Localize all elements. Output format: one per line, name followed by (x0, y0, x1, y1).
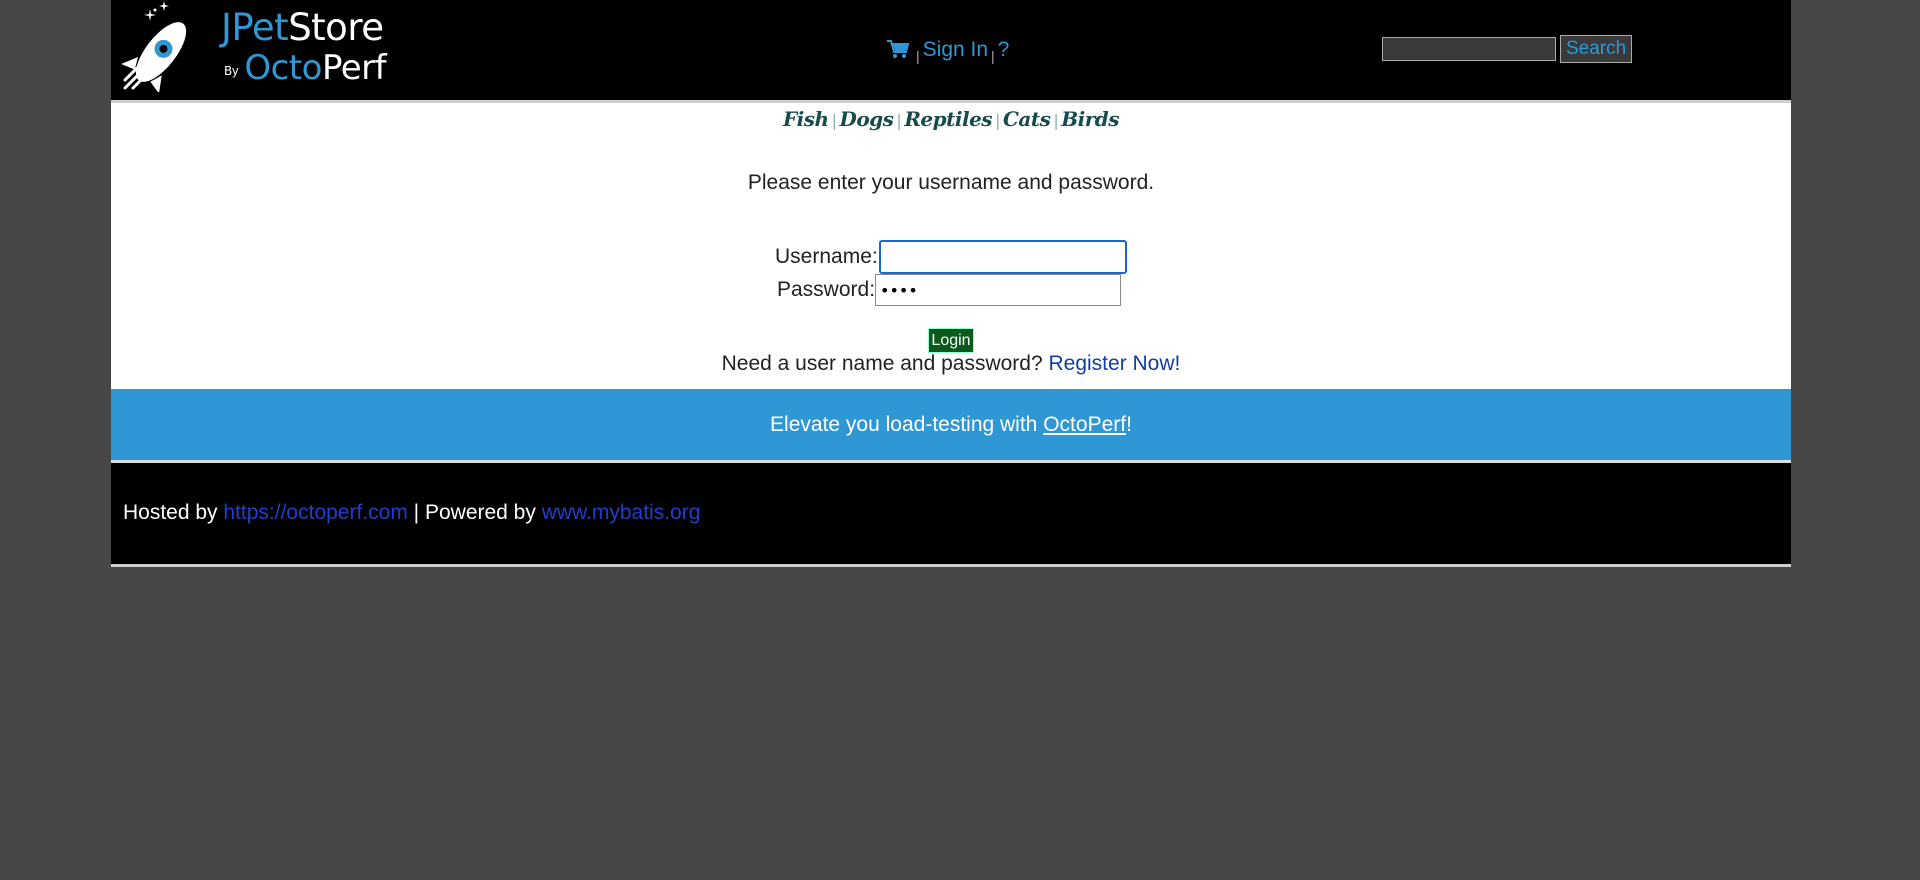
quicklink-dogs[interactable]: Dogs (839, 107, 893, 131)
quicklink-separator: | (995, 111, 1000, 130)
brand-perf: Perf (321, 48, 387, 88)
menu-separator: | (916, 48, 920, 64)
quicklink-separator: | (1053, 111, 1059, 130)
brand-jpet: JPet (221, 6, 289, 49)
quicklink-cats[interactable]: Cats (1003, 107, 1051, 131)
octoperf-com-link[interactable]: https://octoperf.com (223, 501, 407, 524)
login-prompt: Please enter your username and password. (747, 171, 1155, 194)
banner-text: Elevate you load-testing with (770, 413, 1038, 436)
page-container: JPetStore By OctoPerf | Sign In |? Search F… (111, 0, 1791, 567)
quicklink-fish[interactable]: Fish (783, 107, 829, 131)
search-input[interactable] (1382, 37, 1556, 61)
logo[interactable]: JPetStore By OctoPerf (121, 0, 396, 95)
menu-separator: | (991, 48, 995, 64)
hosted-by-label: Hosted by (123, 501, 218, 524)
quicklink-birds[interactable]: Birds (1061, 107, 1119, 131)
footer-text: Hosted by https://octoperf.com | Powered… (123, 501, 700, 525)
octoperf-link[interactable]: OctoPerf (1043, 413, 1126, 436)
powered-by-label: | Powered by (413, 501, 536, 524)
top-menu: | Sign In |? (886, 38, 1010, 64)
mybatis-link[interactable]: www.mybatis.org (542, 501, 701, 524)
sign-in-link[interactable]: Sign In (923, 38, 988, 61)
brand-octoperf: By OctoPerf (224, 48, 387, 88)
header: JPetStore By OctoPerf | Sign In |? Search (111, 0, 1791, 103)
brand-store: Store (288, 6, 384, 49)
rocket-logo-icon (121, 1, 187, 92)
login-button[interactable]: Login (928, 328, 974, 353)
cart-icon[interactable] (886, 38, 910, 66)
search-form: Search (1382, 35, 1633, 63)
brand-by: By (224, 64, 239, 78)
quicklink-separator: | (831, 111, 837, 130)
register-now-link[interactable]: Register Now! (1048, 352, 1180, 375)
banner-suffix: ! (1126, 413, 1132, 436)
password-input[interactable] (875, 274, 1122, 306)
quicklink-reptiles[interactable]: Reptiles (904, 107, 992, 131)
username-input[interactable] (878, 240, 1127, 274)
register-prefix: Need a user name and password? (721, 352, 1043, 375)
password-row: Password: (777, 274, 1122, 306)
password-label: Password: (777, 278, 876, 301)
main-content: Fish | Dogs | Reptiles | Cats | Birds Please ent… (111, 103, 1791, 389)
quicklink-separator: | (896, 111, 902, 130)
register-line: Need a user name and password? Register … (111, 352, 1791, 376)
promo-banner: Elevate you load-testing with OctoPerf! (111, 389, 1791, 463)
help-link[interactable]: ? (998, 38, 1010, 61)
category-quicklinks: Fish | Dogs | Reptiles | Cats | Birds (111, 107, 1791, 131)
username-row: Username: (775, 240, 1127, 274)
username-label: Username: (775, 245, 878, 268)
footer: Hosted by https://octoperf.com | Powered… (111, 463, 1791, 567)
search-button[interactable]: Search (1560, 35, 1633, 63)
brand-octo: Octo (244, 48, 322, 88)
brand-jpetstore: JPetStore (221, 6, 384, 49)
